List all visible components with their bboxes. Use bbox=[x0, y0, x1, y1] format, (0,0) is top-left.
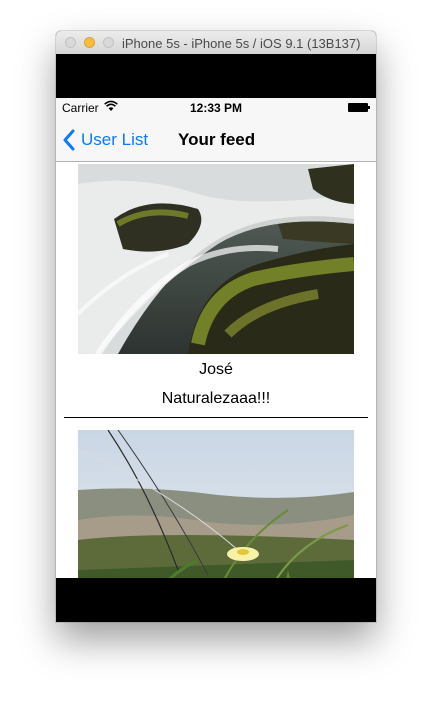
window-titlebar[interactable]: iPhone 5s - iPhone 5s / iOS 9.1 (13B137) bbox=[56, 31, 376, 55]
window-title: iPhone 5s - iPhone 5s / iOS 9.1 (13B137) bbox=[122, 36, 361, 51]
feed-post bbox=[56, 430, 376, 578]
post-separator bbox=[64, 417, 368, 418]
zoom-icon[interactable] bbox=[103, 37, 114, 48]
minimize-icon[interactable] bbox=[84, 37, 95, 48]
device-screen: Carrier 12:33 PM User List Your feed Jos… bbox=[56, 54, 376, 622]
chevron-left-icon bbox=[63, 129, 75, 151]
status-time: 12:33 PM bbox=[189, 101, 243, 115]
back-button[interactable]: User List bbox=[62, 127, 148, 153]
feed-post: José Naturalezaaa!!! bbox=[56, 162, 376, 422]
post-username: José bbox=[199, 361, 233, 378]
battery-icon bbox=[348, 103, 370, 112]
close-icon[interactable] bbox=[65, 37, 76, 48]
feed-list[interactable]: José Naturalezaaa!!! bbox=[56, 162, 376, 578]
app-view: Carrier 12:33 PM User List Your feed Jos… bbox=[56, 98, 376, 578]
simulator-window: iPhone 5s - iPhone 5s / iOS 9.1 (13B137)… bbox=[56, 31, 376, 622]
page-title: Your feed bbox=[178, 130, 256, 149]
post-image bbox=[78, 164, 354, 354]
post-caption: Naturalezaaa!!! bbox=[161, 390, 271, 407]
post-image bbox=[78, 430, 354, 578]
status-bar: Carrier 12:33 PM bbox=[56, 98, 376, 118]
back-button-label: User List bbox=[81, 130, 149, 149]
navigation-bar: User List Your feed bbox=[56, 118, 376, 162]
